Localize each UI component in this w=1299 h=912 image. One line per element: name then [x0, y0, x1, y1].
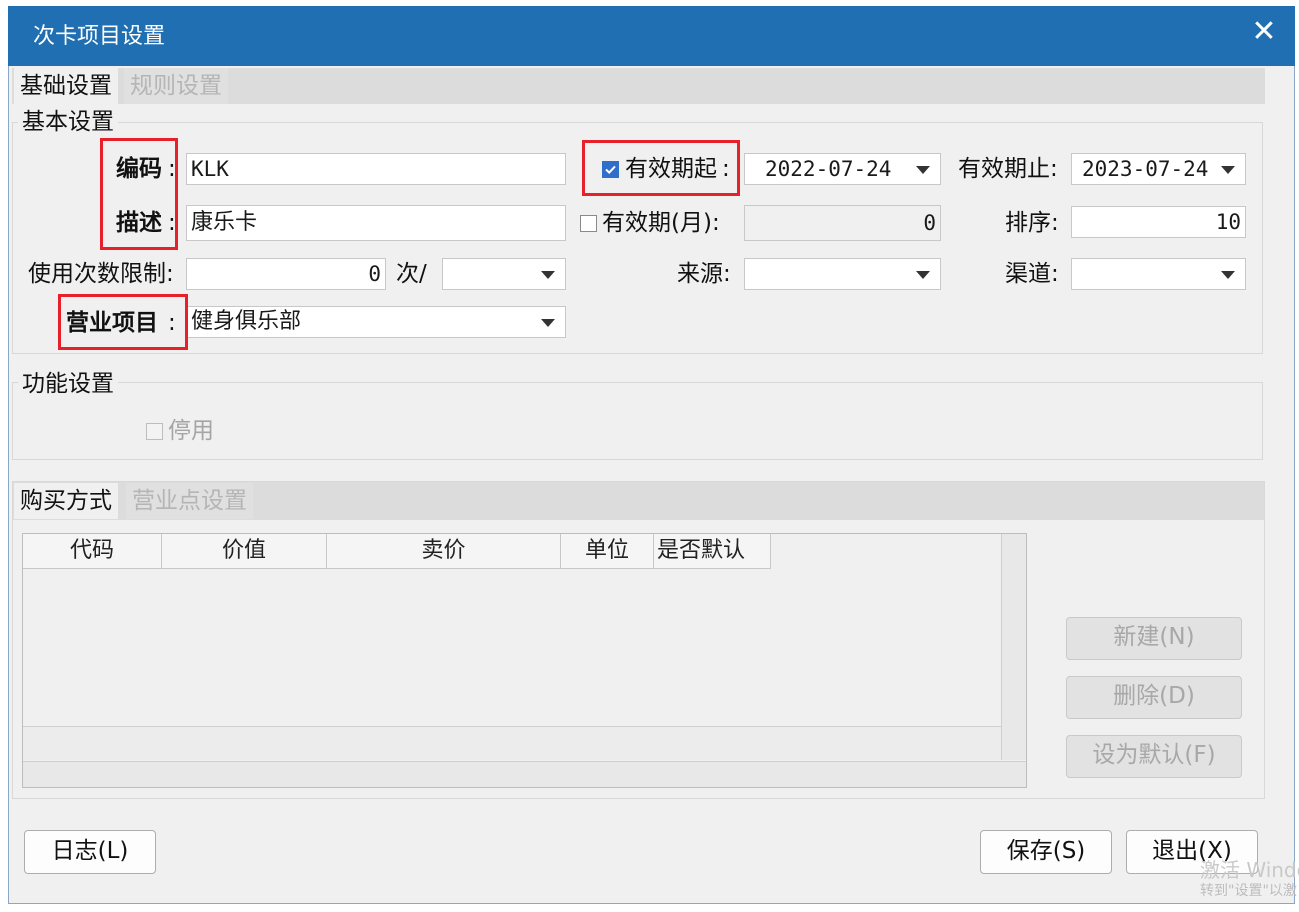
basic-settings-label: 基本设置: [18, 108, 118, 136]
sort-label: 排序:: [1005, 210, 1059, 236]
chevron-down-icon: [916, 271, 930, 279]
source-select[interactable]: [744, 258, 941, 290]
business-project-value: 健身俱乐部: [191, 309, 302, 334]
disable-label: 停用: [168, 418, 214, 444]
valid-to-date-picker[interactable]: 2023-07-24: [1071, 153, 1246, 185]
highlight-box-valid-from: [582, 140, 740, 196]
activation-watermark-hint: 转到"设置"以激: [1200, 883, 1297, 899]
highlight-box-business: [58, 294, 188, 350]
source-label: 来源:: [677, 261, 731, 287]
tab-basic-settings[interactable]: 基础设置: [14, 68, 118, 104]
valid-months-label: 有效期(月):: [602, 210, 720, 236]
column-header-code[interactable]: 代码: [23, 534, 162, 568]
tab-purchase-method[interactable]: 购买方式: [14, 483, 118, 519]
valid-from-date-picker[interactable]: 2022-07-24: [744, 153, 941, 185]
column-header-value[interactable]: 价值: [162, 534, 327, 568]
save-button[interactable]: 保存(S): [980, 830, 1112, 874]
function-settings-label: 功能设置: [18, 370, 118, 398]
usage-unit-label: 次/: [396, 261, 427, 287]
log-button[interactable]: 日志(L): [24, 830, 156, 874]
disable-checkbox[interactable]: [146, 423, 163, 440]
valid-months-checkbox[interactable]: [580, 215, 597, 232]
delete-button[interactable]: 删除(D): [1066, 676, 1242, 719]
window-title: 次卡项目设置: [33, 24, 166, 49]
highlight-box-code-desc: [100, 138, 178, 250]
code-input[interactable]: KLK: [186, 153, 566, 185]
column-header-price[interactable]: 卖价: [327, 534, 561, 568]
vertical-scrollbar[interactable]: [1001, 534, 1026, 760]
tab-rule-settings[interactable]: 规则设置: [124, 68, 228, 104]
channel-select[interactable]: [1071, 258, 1246, 290]
table-footer-row: [23, 726, 1001, 760]
usage-limit-label: 使用次数限制:: [28, 261, 174, 287]
valid-months-input[interactable]: 0: [744, 205, 941, 241]
purchase-table-header: 代码 价值 卖价 单位 是否默认: [23, 534, 771, 569]
sort-input[interactable]: 10: [1071, 206, 1246, 238]
chevron-down-icon: [541, 319, 555, 327]
chevron-down-icon: [1221, 271, 1235, 279]
chevron-down-icon: [1221, 166, 1235, 174]
usage-period-select[interactable]: [442, 258, 566, 290]
chevron-down-icon: [916, 166, 930, 174]
valid-from-value: 2022-07-24: [765, 157, 892, 181]
horizontal-scrollbar[interactable]: [23, 761, 1026, 787]
usage-limit-input[interactable]: 0: [186, 258, 386, 290]
new-button[interactable]: 新建(N): [1066, 617, 1242, 660]
close-icon[interactable]: ✕: [1250, 17, 1278, 47]
business-project-select[interactable]: 健身俱乐部: [186, 306, 566, 338]
channel-label: 渠道:: [1005, 261, 1059, 287]
tab-business-point[interactable]: 营业点设置: [126, 483, 253, 519]
column-header-default[interactable]: 是否默认: [654, 534, 771, 568]
chevron-down-icon: [541, 271, 555, 279]
title-bar: [8, 6, 1295, 66]
valid-to-value: 2023-07-24: [1082, 157, 1209, 181]
activation-watermark: 激活 Windo: [1200, 858, 1299, 882]
set-default-button[interactable]: 设为默认(F): [1066, 735, 1242, 778]
valid-to-label: 有效期止:: [958, 156, 1058, 182]
column-header-unit[interactable]: 单位: [561, 534, 654, 568]
description-input[interactable]: 康乐卡: [186, 205, 566, 241]
